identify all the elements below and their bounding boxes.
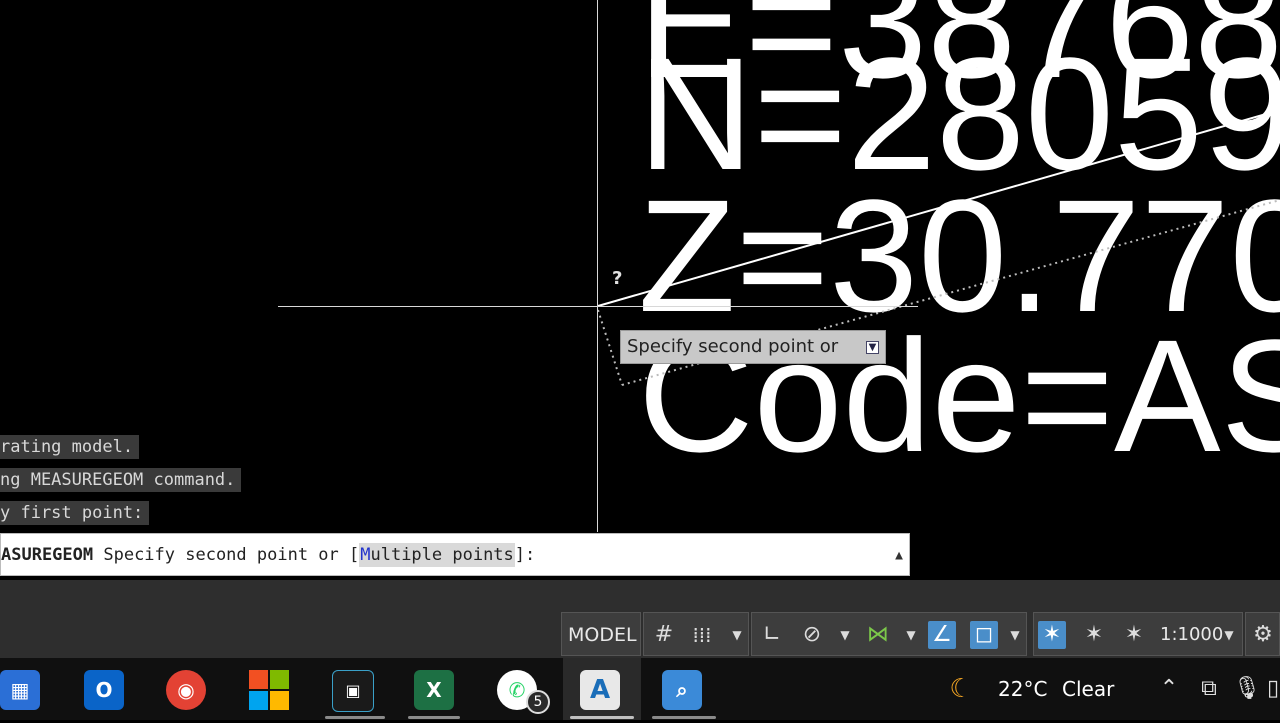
- command-suffix: ]:: [514, 545, 536, 565]
- osnap-tracking-icon[interactable]: ∠: [928, 621, 956, 649]
- ortho-icon[interactable]: ∟: [758, 621, 786, 649]
- excel-icon[interactable]: X: [414, 670, 454, 710]
- command-name: ASUREGEOM: [1, 545, 94, 565]
- grid-snap-group: # ⁞⁞⁞ ▼: [643, 612, 749, 656]
- workspace-group: ⚙: [1245, 612, 1280, 656]
- model-space-button[interactable]: MODEL: [561, 612, 641, 656]
- microsoft-logo: [249, 670, 289, 710]
- option-hotkey: M: [360, 545, 371, 565]
- camera-icon[interactable]: ⧉: [1194, 674, 1224, 704]
- isodraft-icon[interactable]: ⋈: [864, 621, 892, 649]
- store-icon[interactable]: ▦: [0, 670, 40, 710]
- isodraft-dropdown-icon[interactable]: ▼: [904, 621, 918, 649]
- running-indicator: [325, 716, 385, 719]
- remote-desktop-icon[interactable]: ⌕: [662, 670, 702, 710]
- tray-overflow-icon[interactable]: ▯: [1266, 674, 1280, 704]
- running-indicator: [408, 716, 460, 719]
- chrome-icon[interactable]: ◉: [166, 670, 206, 710]
- command-prompt: Specify second point or [: [93, 545, 360, 565]
- model-label: MODEL: [568, 624, 637, 646]
- chevron-up-icon[interactable]: ⌃: [1154, 674, 1184, 704]
- screen-recorder-icon[interactable]: ▣: [332, 670, 374, 712]
- dynamic-input-tooltip: Specify second point or ▼: [620, 330, 886, 364]
- status-gap: [0, 580, 1280, 610]
- command-line-input[interactable]: ASUREGEOM Specify second point or [Multi…: [0, 533, 910, 576]
- crosshair-horizontal: [278, 306, 918, 307]
- command-history-line: rating model.: [0, 435, 140, 459]
- weather-condition[interactable]: Clear: [1062, 658, 1114, 720]
- gear-icon[interactable]: ⚙: [1249, 621, 1277, 649]
- outlook-icon[interactable]: O: [84, 670, 124, 710]
- arrow-down-box-icon[interactable]: ▼: [866, 341, 879, 354]
- microsoft-icon[interactable]: [249, 670, 289, 710]
- command-history-line: y first point:: [0, 501, 150, 525]
- weather-temperature[interactable]: 22°C: [998, 658, 1047, 720]
- moon-weather-icon[interactable]: ☾: [946, 674, 976, 704]
- autocad-icon[interactable]: A: [580, 670, 620, 710]
- command-history-up-icon[interactable]: ▲: [895, 534, 903, 577]
- annotation-scale-value[interactable]: 1:1000: [1160, 613, 1223, 657]
- grid-icon[interactable]: #: [650, 621, 678, 649]
- measure-rubberband: [597, 109, 1280, 386]
- cursor-help-mark: ?: [612, 268, 623, 289]
- status-bar: MODEL # ⁞⁞⁞ ▼ ∟ ⊘ ▼ ⋈ ▼ ∠ ◻ ▼ ✶ ✶ ✶ 1:10…: [0, 610, 1280, 658]
- measure-line: [597, 109, 1280, 307]
- snap-icon[interactable]: ⁞⁞⁞: [688, 621, 716, 649]
- polar-dropdown-icon[interactable]: ▼: [838, 621, 852, 649]
- osnap-dropdown-icon[interactable]: ▼: [1008, 621, 1022, 649]
- annotation-visibility-icon[interactable]: ✶: [1038, 621, 1066, 649]
- drawing-canvas[interactable]: E=387689 N=28059 Z=30.770 Code=AS ? Spec…: [0, 0, 1280, 580]
- scale-dropdown-icon[interactable]: ▼: [1222, 621, 1236, 649]
- measure-dotted-left: [597, 309, 623, 386]
- windows-taskbar: ▦ O ◉ ▣ X ✆ 5 A ⌕ ☾ 22°C Clear ⌃ ⧉ 🎙 ▯: [0, 658, 1280, 720]
- option-label: ultiple points: [370, 545, 514, 565]
- microphone-icon[interactable]: 🎙: [1232, 674, 1262, 704]
- autoscale-icon[interactable]: ✶: [1080, 621, 1108, 649]
- drafting-aids-group: ∟ ⊘ ▼ ⋈ ▼ ∠ ◻ ▼: [751, 612, 1027, 656]
- command-option-multiple-points[interactable]: Multiple points: [359, 543, 515, 567]
- whatsapp-badge: 5: [526, 690, 550, 714]
- osnap-icon[interactable]: ◻: [970, 621, 998, 649]
- polar-icon[interactable]: ⊘: [798, 621, 826, 649]
- running-indicator: [652, 716, 716, 719]
- crosshair-vertical: [597, 0, 598, 532]
- command-history-line: ng MEASUREGEOM command.: [0, 468, 242, 492]
- tooltip-text: Specify second point or: [627, 336, 839, 357]
- snap-dropdown-icon[interactable]: ▼: [730, 621, 744, 649]
- annotation-group: ✶ ✶ ✶ 1:1000 ▼: [1033, 612, 1243, 656]
- annotation-scale-icon[interactable]: ✶: [1120, 621, 1148, 649]
- running-indicator-active: [570, 716, 634, 719]
